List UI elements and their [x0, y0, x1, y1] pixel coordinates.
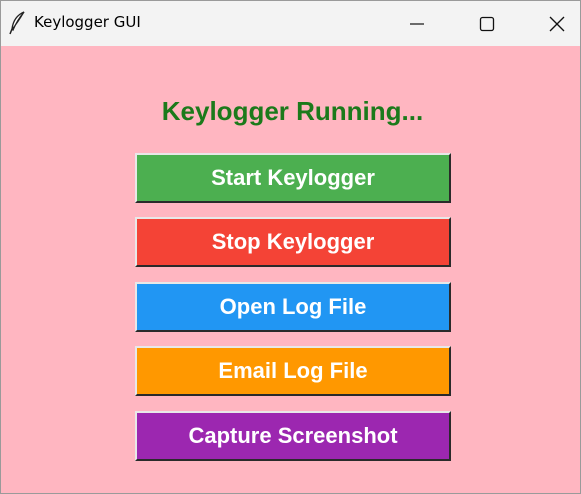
close-button[interactable] [528, 1, 580, 46]
app-window: Keylogger GUI Keylogger Running... Start… [0, 0, 581, 494]
minimize-button[interactable] [388, 1, 446, 46]
feather-icon [8, 11, 28, 35]
capture-screenshot-button[interactable]: Capture Screenshot [135, 411, 451, 461]
minimize-icon [409, 16, 425, 32]
maximize-button[interactable] [458, 1, 516, 46]
title-bar[interactable]: Keylogger GUI [1, 1, 580, 46]
window-title: Keylogger GUI [34, 13, 141, 31]
open-log-file-button[interactable]: Open Log File [135, 282, 451, 332]
email-log-file-button[interactable]: Email Log File [135, 346, 451, 396]
start-keylogger-button[interactable]: Start Keylogger [135, 153, 451, 203]
maximize-icon [479, 16, 495, 32]
close-icon [548, 15, 566, 33]
main-panel: Keylogger Running... Start Keylogger Sto… [1, 46, 580, 493]
status-label: Keylogger Running... [161, 96, 424, 126]
stop-keylogger-button[interactable]: Stop Keylogger [135, 217, 451, 267]
